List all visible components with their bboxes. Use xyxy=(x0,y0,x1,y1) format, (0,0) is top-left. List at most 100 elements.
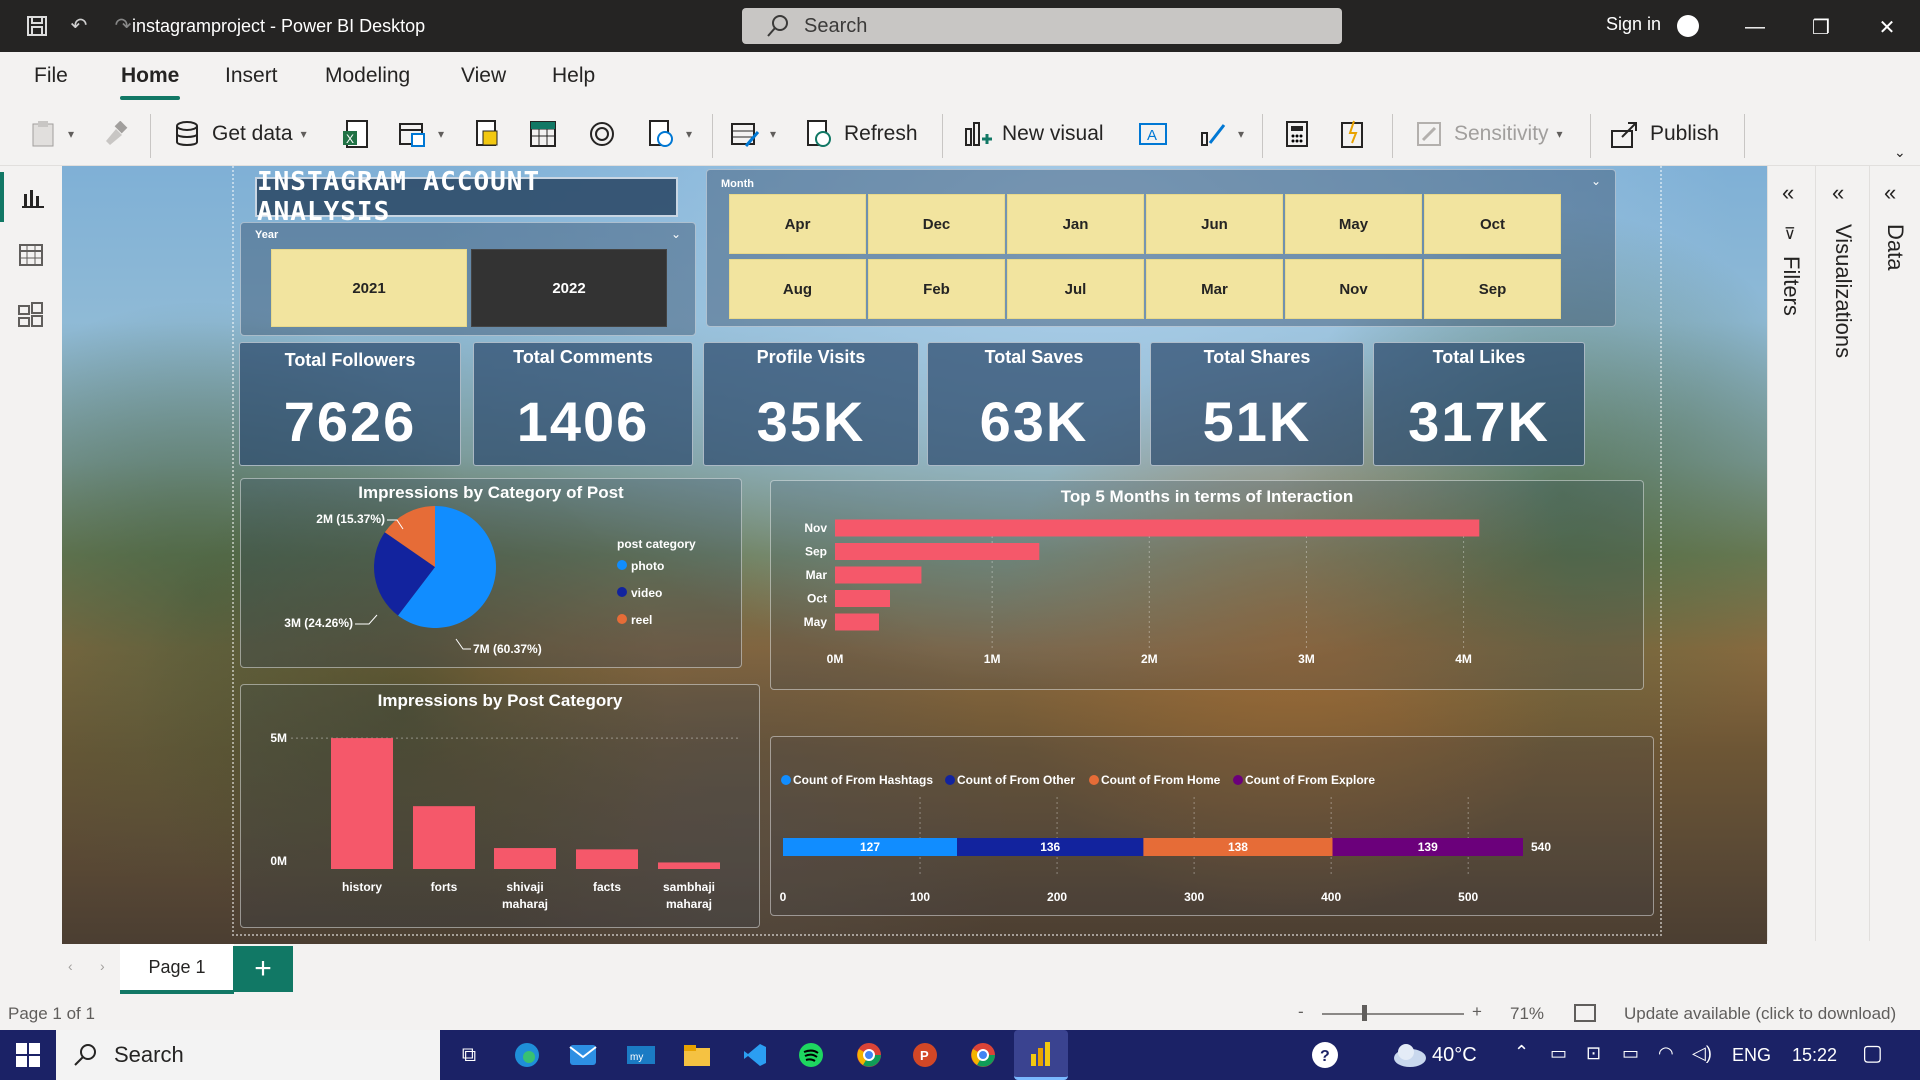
chevron-down-icon[interactable]: ⌄ xyxy=(1591,174,1601,188)
fit-page-icon[interactable] xyxy=(1574,1004,1596,1022)
filters-pane[interactable]: « ⊽ Filters xyxy=(1767,166,1815,941)
notifications-icon[interactable]: ▢ xyxy=(1862,1040,1883,1066)
help-icon[interactable]: ? xyxy=(1308,1038,1342,1072)
month-option-dec[interactable]: Dec xyxy=(868,194,1005,254)
windows-start-icon[interactable] xyxy=(0,1030,56,1080)
model-view-icon[interactable] xyxy=(0,290,62,340)
refresh-button[interactable]: Refresh xyxy=(804,116,918,152)
collapse-icon[interactable]: « xyxy=(1884,180,1896,206)
month-option-jun[interactable]: Jun xyxy=(1146,194,1283,254)
minimize-icon[interactable]: — xyxy=(1740,12,1770,42)
year-option-2021[interactable]: 2021 xyxy=(271,249,467,327)
file-explorer-icon[interactable] xyxy=(680,1038,714,1072)
visualizations-pane[interactable]: « Visualizations xyxy=(1815,166,1869,941)
kpi-total-saves[interactable]: Total Saves 63K xyxy=(927,342,1141,466)
kpi-total-comments[interactable]: Total Comments 1406 xyxy=(473,342,693,466)
collapse-icon[interactable]: « xyxy=(1832,180,1844,206)
page-tab-1[interactable]: Page 1 xyxy=(120,944,234,994)
format-painter-button[interactable] xyxy=(100,116,140,152)
kpi-profile-visits[interactable]: Profile Visits 35K xyxy=(703,342,919,466)
taskbar-search[interactable]: Search xyxy=(56,1030,440,1080)
top5-months-visual[interactable]: Top 5 Months in terms of Interaction Nov… xyxy=(770,480,1644,690)
month-option-nov[interactable]: Nov xyxy=(1285,259,1422,319)
month-option-jul[interactable]: Jul xyxy=(1007,259,1144,319)
weather-cloud-icon[interactable] xyxy=(1392,1038,1426,1072)
month-option-oct[interactable]: Oct xyxy=(1424,194,1561,254)
text-box-button[interactable]: A xyxy=(1138,116,1178,152)
paste-button[interactable]: ▾ xyxy=(28,116,74,152)
volume-icon[interactable]: ◁) xyxy=(1692,1043,1712,1064)
save-icon[interactable] xyxy=(24,13,50,39)
quick-measure-button[interactable] xyxy=(1338,116,1378,152)
new-measure-button[interactable] xyxy=(1282,116,1322,152)
transform-data-button[interactable]: ▾ xyxy=(730,116,776,152)
menu-modeling[interactable]: Modeling xyxy=(325,64,410,88)
chevron-down-icon[interactable]: ⌄ xyxy=(671,227,681,241)
clock[interactable]: 15:22 xyxy=(1792,1045,1837,1066)
restore-icon[interactable]: ❐ xyxy=(1806,12,1836,42)
pie-legend-item[interactable]: reel xyxy=(617,613,652,627)
traffic-source-visual[interactable]: Count of From Hashtags Count of From Othe… xyxy=(770,736,1654,916)
data-pane[interactable]: « Data xyxy=(1869,166,1920,941)
month-option-jan[interactable]: Jan xyxy=(1007,194,1144,254)
pie-chart-visual[interactable]: Impressions by Category of Post 7M (60.3… xyxy=(240,478,742,668)
wifi-icon[interactable]: ◠ xyxy=(1658,1043,1674,1064)
update-available-link[interactable]: Update available (click to download) xyxy=(1624,1004,1896,1024)
pie-legend-item[interactable]: video xyxy=(617,586,662,600)
month-option-feb[interactable]: Feb xyxy=(868,259,1005,319)
enter-data-button[interactable] xyxy=(528,116,568,152)
show-hidden-icons[interactable]: ⌃ xyxy=(1514,1042,1529,1063)
more-visuals-button[interactable]: ▾ xyxy=(1198,116,1244,152)
task-view-icon[interactable]: ⧉ xyxy=(452,1038,486,1072)
menu-file[interactable]: File xyxy=(34,64,68,88)
zoom-in-button[interactable]: + xyxy=(1472,1002,1482,1022)
zoom-slider[interactable] xyxy=(1322,1013,1464,1015)
chrome-icon[interactable] xyxy=(852,1038,886,1072)
month-option-mar[interactable]: Mar xyxy=(1146,259,1283,319)
report-canvas[interactable]: INSTAGRAM ACCOUNT ANALYSIS Year ⌄ 2021 2… xyxy=(62,166,1767,944)
powerbi-taskbar-icon[interactable] xyxy=(1014,1030,1068,1080)
menu-view[interactable]: View xyxy=(461,64,506,88)
menu-help[interactable]: Help xyxy=(552,64,595,88)
menu-insert[interactable]: Insert xyxy=(225,64,278,88)
month-slicer[interactable]: Month ⌄ Apr Dec Jan Jun May Oct Aug Feb Jul Mar No… xyxy=(706,169,1616,327)
prev-page-icon[interactable]: ‹ xyxy=(68,958,73,974)
sensitivity-button[interactable]: Sensitivity ▾ xyxy=(1414,116,1563,152)
next-page-icon[interactable]: › xyxy=(100,958,105,974)
pie-legend-item[interactable]: photo xyxy=(617,559,664,573)
new-visual-button[interactable]: New visual xyxy=(962,116,1104,152)
report-view-icon[interactable] xyxy=(0,172,62,222)
battery-icon[interactable]: ▭ xyxy=(1622,1043,1639,1064)
month-option-aug[interactable]: Aug xyxy=(729,259,866,319)
edge-icon[interactable] xyxy=(510,1038,544,1072)
mail-icon[interactable] xyxy=(566,1038,600,1072)
recent-sources-button[interactable]: ▾ xyxy=(646,116,692,152)
meet-icon[interactable]: ▭ xyxy=(1550,1043,1567,1064)
month-option-sep[interactable]: Sep xyxy=(1424,259,1561,319)
datahub-button[interactable] xyxy=(587,116,627,152)
display-icon[interactable]: ⊡ xyxy=(1586,1043,1601,1064)
zoom-slider-thumb[interactable] xyxy=(1362,1005,1367,1021)
sign-in-link[interactable]: Sign in xyxy=(1606,14,1661,35)
excel-button[interactable]: X xyxy=(342,116,382,152)
year-option-2022[interactable]: 2022 xyxy=(471,249,667,327)
month-option-may[interactable]: May xyxy=(1285,194,1422,254)
collapse-ribbon-icon[interactable]: ⌄ xyxy=(1894,144,1906,161)
vscode-icon[interactable] xyxy=(738,1038,772,1072)
table-view-icon[interactable] xyxy=(0,230,62,280)
add-page-button[interactable]: + xyxy=(233,946,293,992)
close-icon[interactable]: ✕ xyxy=(1872,12,1902,42)
month-option-apr[interactable]: Apr xyxy=(729,194,866,254)
search-box[interactable]: Search xyxy=(742,8,1342,44)
year-slicer[interactable]: Year ⌄ 2021 2022 xyxy=(240,222,696,336)
mysql-icon[interactable]: my xyxy=(624,1038,658,1072)
collapse-icon[interactable]: « xyxy=(1782,180,1794,206)
onelake-button[interactable] xyxy=(472,116,512,152)
menu-home[interactable]: Home xyxy=(121,64,179,88)
get-data-button[interactable]: Get data ▾ xyxy=(172,116,307,152)
language-indicator[interactable]: ENG xyxy=(1732,1045,1771,1066)
avatar[interactable] xyxy=(1677,15,1699,37)
powerpoint-icon[interactable]: P xyxy=(908,1038,942,1072)
kpi-total-followers[interactable]: Total Followers 7626 xyxy=(239,342,461,466)
publish-button[interactable]: Publish xyxy=(1610,116,1719,152)
